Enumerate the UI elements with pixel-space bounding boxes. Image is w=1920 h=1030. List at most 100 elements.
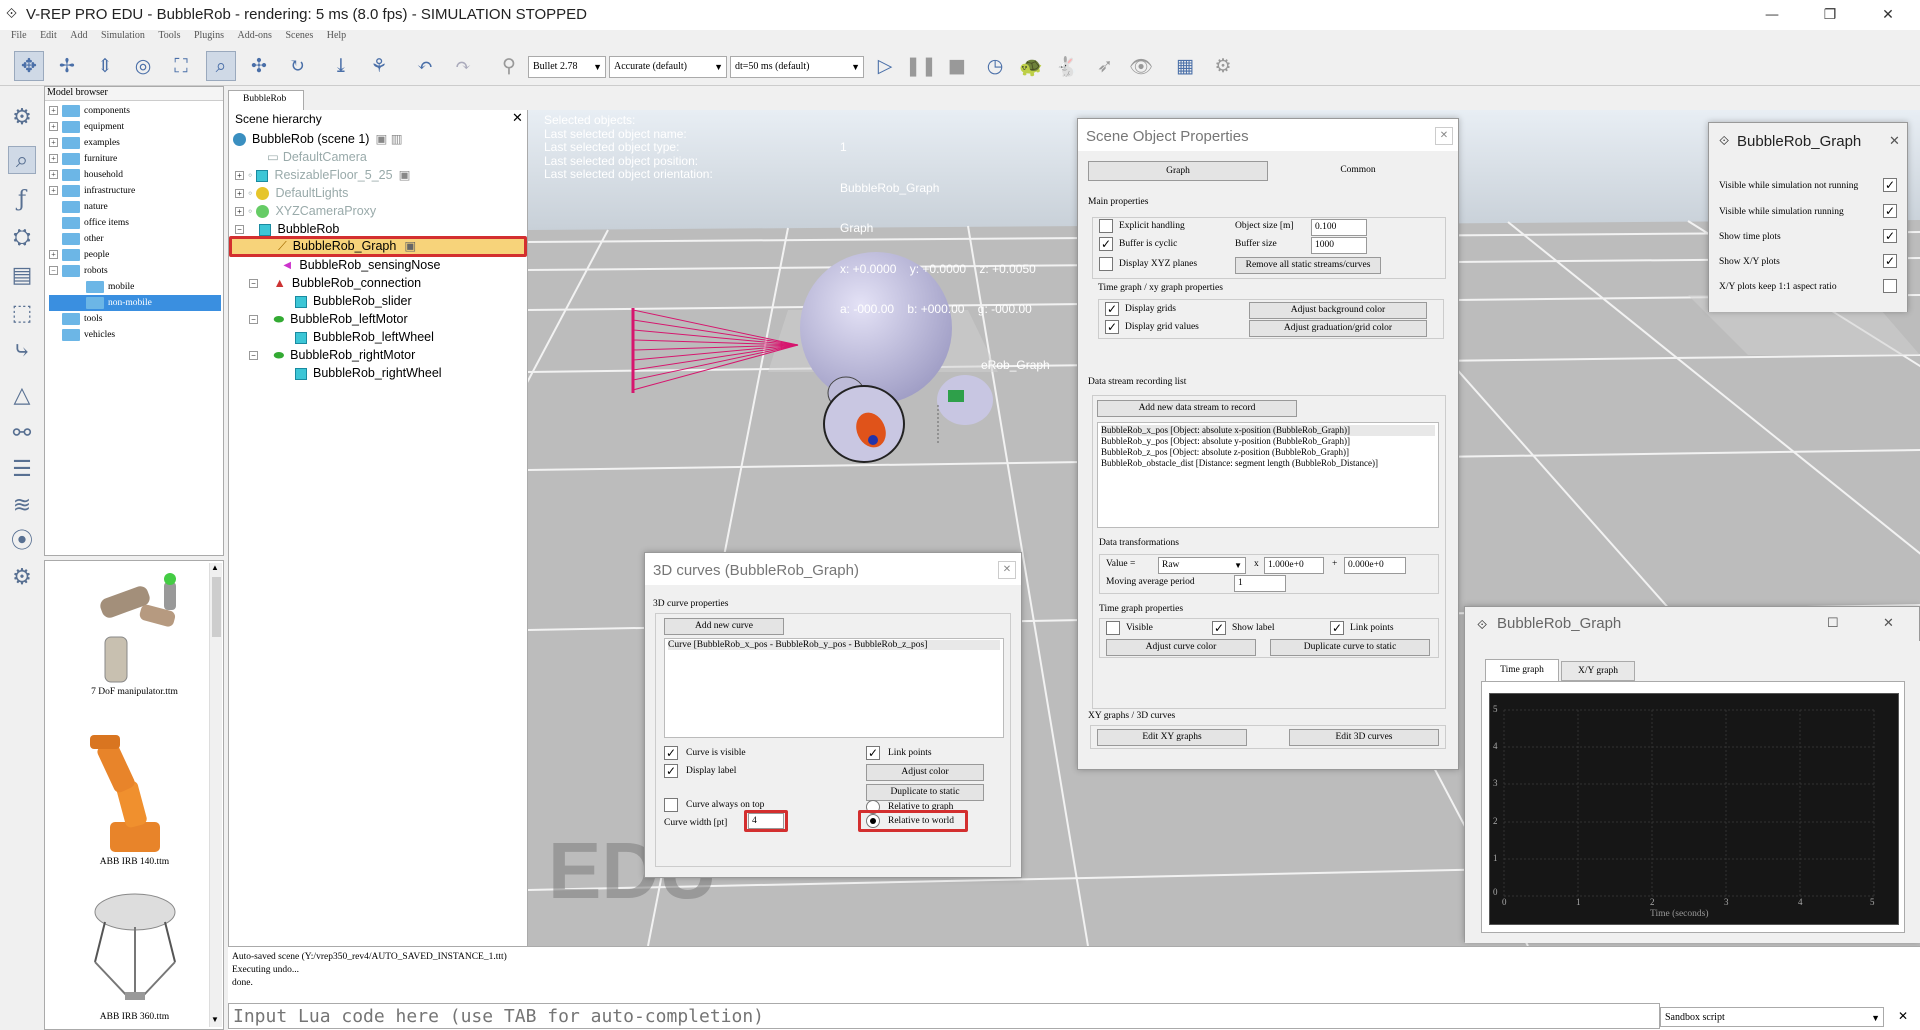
model-tree-item[interactable]: + infrastructure <box>49 183 221 199</box>
assemble-icon[interactable]: ⤓ <box>326 51 356 81</box>
model-tree-item[interactable]: vehicles <box>49 327 221 343</box>
model-tree-item[interactable]: + household <box>49 167 221 183</box>
threaded-rendering-icon[interactable]: ➶ <box>1090 51 1120 81</box>
curve-item[interactable]: Curve [BubbleRob_x_pos - BubbleRob_y_pos… <box>668 640 1000 650</box>
scene-object-properties-icon[interactable]: ⛭ <box>8 224 36 252</box>
model-tree-item[interactable]: + components <box>49 103 221 119</box>
tab-time-graph[interactable]: Time graph <box>1485 659 1559 681</box>
curve-listbox[interactable]: Curve [BubbleRob_x_pos - BubbleRob_y_pos… <box>664 638 1004 738</box>
hierarchy-item-defaultcamera[interactable]: ▭ DefaultCamera <box>267 148 367 166</box>
function-icon[interactable]: ƒ <box>8 186 36 214</box>
explicit-handling-checkbox[interactable] <box>1099 219 1113 233</box>
visualization-icon[interactable]: 👁 <box>1126 51 1156 81</box>
adjust-color-button[interactable]: Adjust color <box>866 764 984 781</box>
expand-icon[interactable]: + <box>49 250 58 260</box>
always-on-top-checkbox[interactable] <box>664 798 678 812</box>
maximize-button[interactable]: ❐ <box>1810 4 1850 26</box>
model-tree-item[interactable]: non-mobile <box>49 295 221 311</box>
lua-input[interactable] <box>228 1003 1660 1029</box>
realtime-icon[interactable]: ◷ <box>980 51 1010 81</box>
option-checkbox-visible-running[interactable]: ✓ <box>1883 204 1897 218</box>
model-thumb-abb360[interactable]: ABB IRB 360.ttm <box>57 887 212 1030</box>
simulation-settings-icon[interactable]: ⚙ <box>8 104 36 132</box>
stop-simulation-icon[interactable]: ■ <box>942 51 972 81</box>
moving-average-field[interactable]: 1 <box>1234 575 1286 592</box>
fit-to-view-icon[interactable]: ⛶ <box>166 51 196 81</box>
calculation-modules-icon[interactable]: ▤ <box>8 262 36 290</box>
add-new-curve-button[interactable]: Add new curve <box>664 618 784 635</box>
collapse-icon[interactable]: − <box>49 266 58 276</box>
undo-icon[interactable]: ↶ <box>410 51 440 81</box>
camera-pan-icon[interactable]: ✥ <box>14 51 44 81</box>
click-select-icon[interactable]: ⌕ <box>206 51 236 81</box>
accuracy-select[interactable]: Accurate (default) ▼ <box>609 56 727 78</box>
buffer-size-field[interactable]: 1000 <box>1311 237 1367 254</box>
close-console-icon[interactable]: ✕ <box>1898 1009 1908 1024</box>
model-thumb-abb140[interactable]: ABB IRB 140.ttm <box>57 727 212 882</box>
link-points-checkbox[interactable]: ✓ <box>866 746 880 760</box>
hierarchy-item-defaultlights[interactable]: + ◦ DefaultLights <box>235 184 348 202</box>
path-edit-icon[interactable]: ⚯ <box>8 420 36 448</box>
hierarchy-item-xyzproxy[interactable]: + ◦ XYZCameraProxy <box>235 202 376 220</box>
scene-selector-icon[interactable]: ▦ <box>1170 51 1200 81</box>
model-tree-item[interactable]: + equipment <box>49 119 221 135</box>
stream-item[interactable]: BubbleRob_z_pos [Object: absolute z-posi… <box>1101 447 1435 458</box>
display-grid-values-checkbox[interactable]: ✓ <box>1105 320 1119 334</box>
shape-edit-icon[interactable]: △ <box>8 382 36 410</box>
adjust-graduation-button[interactable]: Adjust graduation/grid color <box>1249 320 1427 337</box>
dynamics-icon[interactable]: ⚲ <box>494 51 524 81</box>
curve-width-field[interactable]: 4 <box>748 813 784 829</box>
scripts-icon[interactable]: ⤷ <box>8 338 36 366</box>
page-selector-icon[interactable]: ⚙ <box>1208 51 1238 81</box>
camera-rotate-icon[interactable]: ✢ <box>52 51 82 81</box>
model-tree-item[interactable]: office items <box>49 215 221 231</box>
menu-help[interactable]: Help <box>327 30 346 41</box>
scroll-down-icon[interactable]: ▼ <box>211 1015 219 1024</box>
show-label-checkbox[interactable]: ✓ <box>1212 621 1226 635</box>
script-select[interactable]: Sandbox script ▼ <box>1660 1007 1884 1027</box>
duplicate-curve-button[interactable]: Duplicate curve to static <box>1270 639 1430 656</box>
hierarchy-item-scene[interactable]: BubbleRob (scene 1) ▣ ▥ <box>233 130 403 148</box>
curve-visible-checkbox[interactable] <box>1106 621 1120 635</box>
display-xyz-checkbox[interactable] <box>1099 257 1113 271</box>
hierarchy-item-sensingnose[interactable]: ◄ BubbleRob_sensingNose <box>281 256 440 274</box>
hierarchy-item-rightmotor[interactable]: − ⬬ BubbleRob_rightMotor <box>249 346 415 364</box>
model-tree-item[interactable]: + examples <box>49 135 221 151</box>
model-browser-icon[interactable]: ⌕ <box>8 146 36 174</box>
expand-icon[interactable]: + <box>49 106 58 116</box>
option-checkbox-xy-plots[interactable]: ✓ <box>1883 254 1897 268</box>
menu-tools[interactable]: Tools <box>158 30 180 41</box>
model-thumb-7dof[interactable]: 7 DoF manipulator.ttm <box>57 567 212 712</box>
tab-common[interactable]: Common <box>1268 161 1448 181</box>
timestep-select[interactable]: dt=50 ms (default) ▼ <box>730 56 864 78</box>
hierarchy-item-floor[interactable]: + ◦ ResizableFloor_5_25 ▣ <box>235 166 410 184</box>
redo-icon[interactable]: ↷ <box>448 51 478 81</box>
display-label-checkbox[interactable]: ✓ <box>664 764 678 778</box>
stream-listbox[interactable]: BubbleRob_x_pos [Object: absolute x-posi… <box>1097 422 1439 528</box>
add-stream-button[interactable]: Add new data stream to record <box>1097 400 1297 417</box>
menu-plugins[interactable]: Plugins <box>194 30 224 41</box>
remove-static-button[interactable]: Remove all static streams/curves <box>1235 257 1381 274</box>
option-checkbox-time-plots[interactable]: ✓ <box>1883 229 1897 243</box>
adjust-background-button[interactable]: Adjust background color <box>1249 302 1427 319</box>
stream-item[interactable]: BubbleRob_x_pos [Object: absolute x-posi… <box>1101 425 1435 436</box>
option-checkbox-visible-not-running[interactable]: ✓ <box>1883 178 1897 192</box>
scene-tab[interactable]: BubbleRob <box>228 90 304 110</box>
hierarchy-item-leftmotor[interactable]: − ⬬ BubbleRob_leftMotor <box>249 310 408 328</box>
model-tree-item[interactable]: + people <box>49 247 221 263</box>
stream-item[interactable]: BubbleRob_obstacle_dist [Distance: segme… <box>1101 458 1435 469</box>
model-tree-item[interactable]: nature <box>49 199 221 215</box>
start-simulation-icon[interactable]: ▷ <box>870 51 900 81</box>
tab-xy-graph[interactable]: X/Y graph <box>1561 661 1635 681</box>
hierarchy-item-connection[interactable]: − ▲ BubbleRob_connection <box>249 274 421 292</box>
minimize-button[interactable]: — <box>1752 4 1792 26</box>
adjust-curve-color-button[interactable]: Adjust curve color <box>1106 639 1256 656</box>
menu-scenes[interactable]: Scenes <box>285 30 313 41</box>
display-grids-checkbox[interactable]: ✓ <box>1105 302 1119 316</box>
edit-xy-graphs-button[interactable]: Edit XY graphs <box>1097 729 1247 746</box>
dialog-close-icon[interactable]: ✕ <box>998 561 1016 579</box>
close-icon[interactable]: ✕ <box>1883 615 1894 631</box>
object-size-field[interactable]: 0.100 <box>1311 219 1367 236</box>
expand-icon[interactable]: + <box>49 138 58 148</box>
stream-item[interactable]: BubbleRob_y_pos [Object: absolute y-posi… <box>1101 436 1435 447</box>
